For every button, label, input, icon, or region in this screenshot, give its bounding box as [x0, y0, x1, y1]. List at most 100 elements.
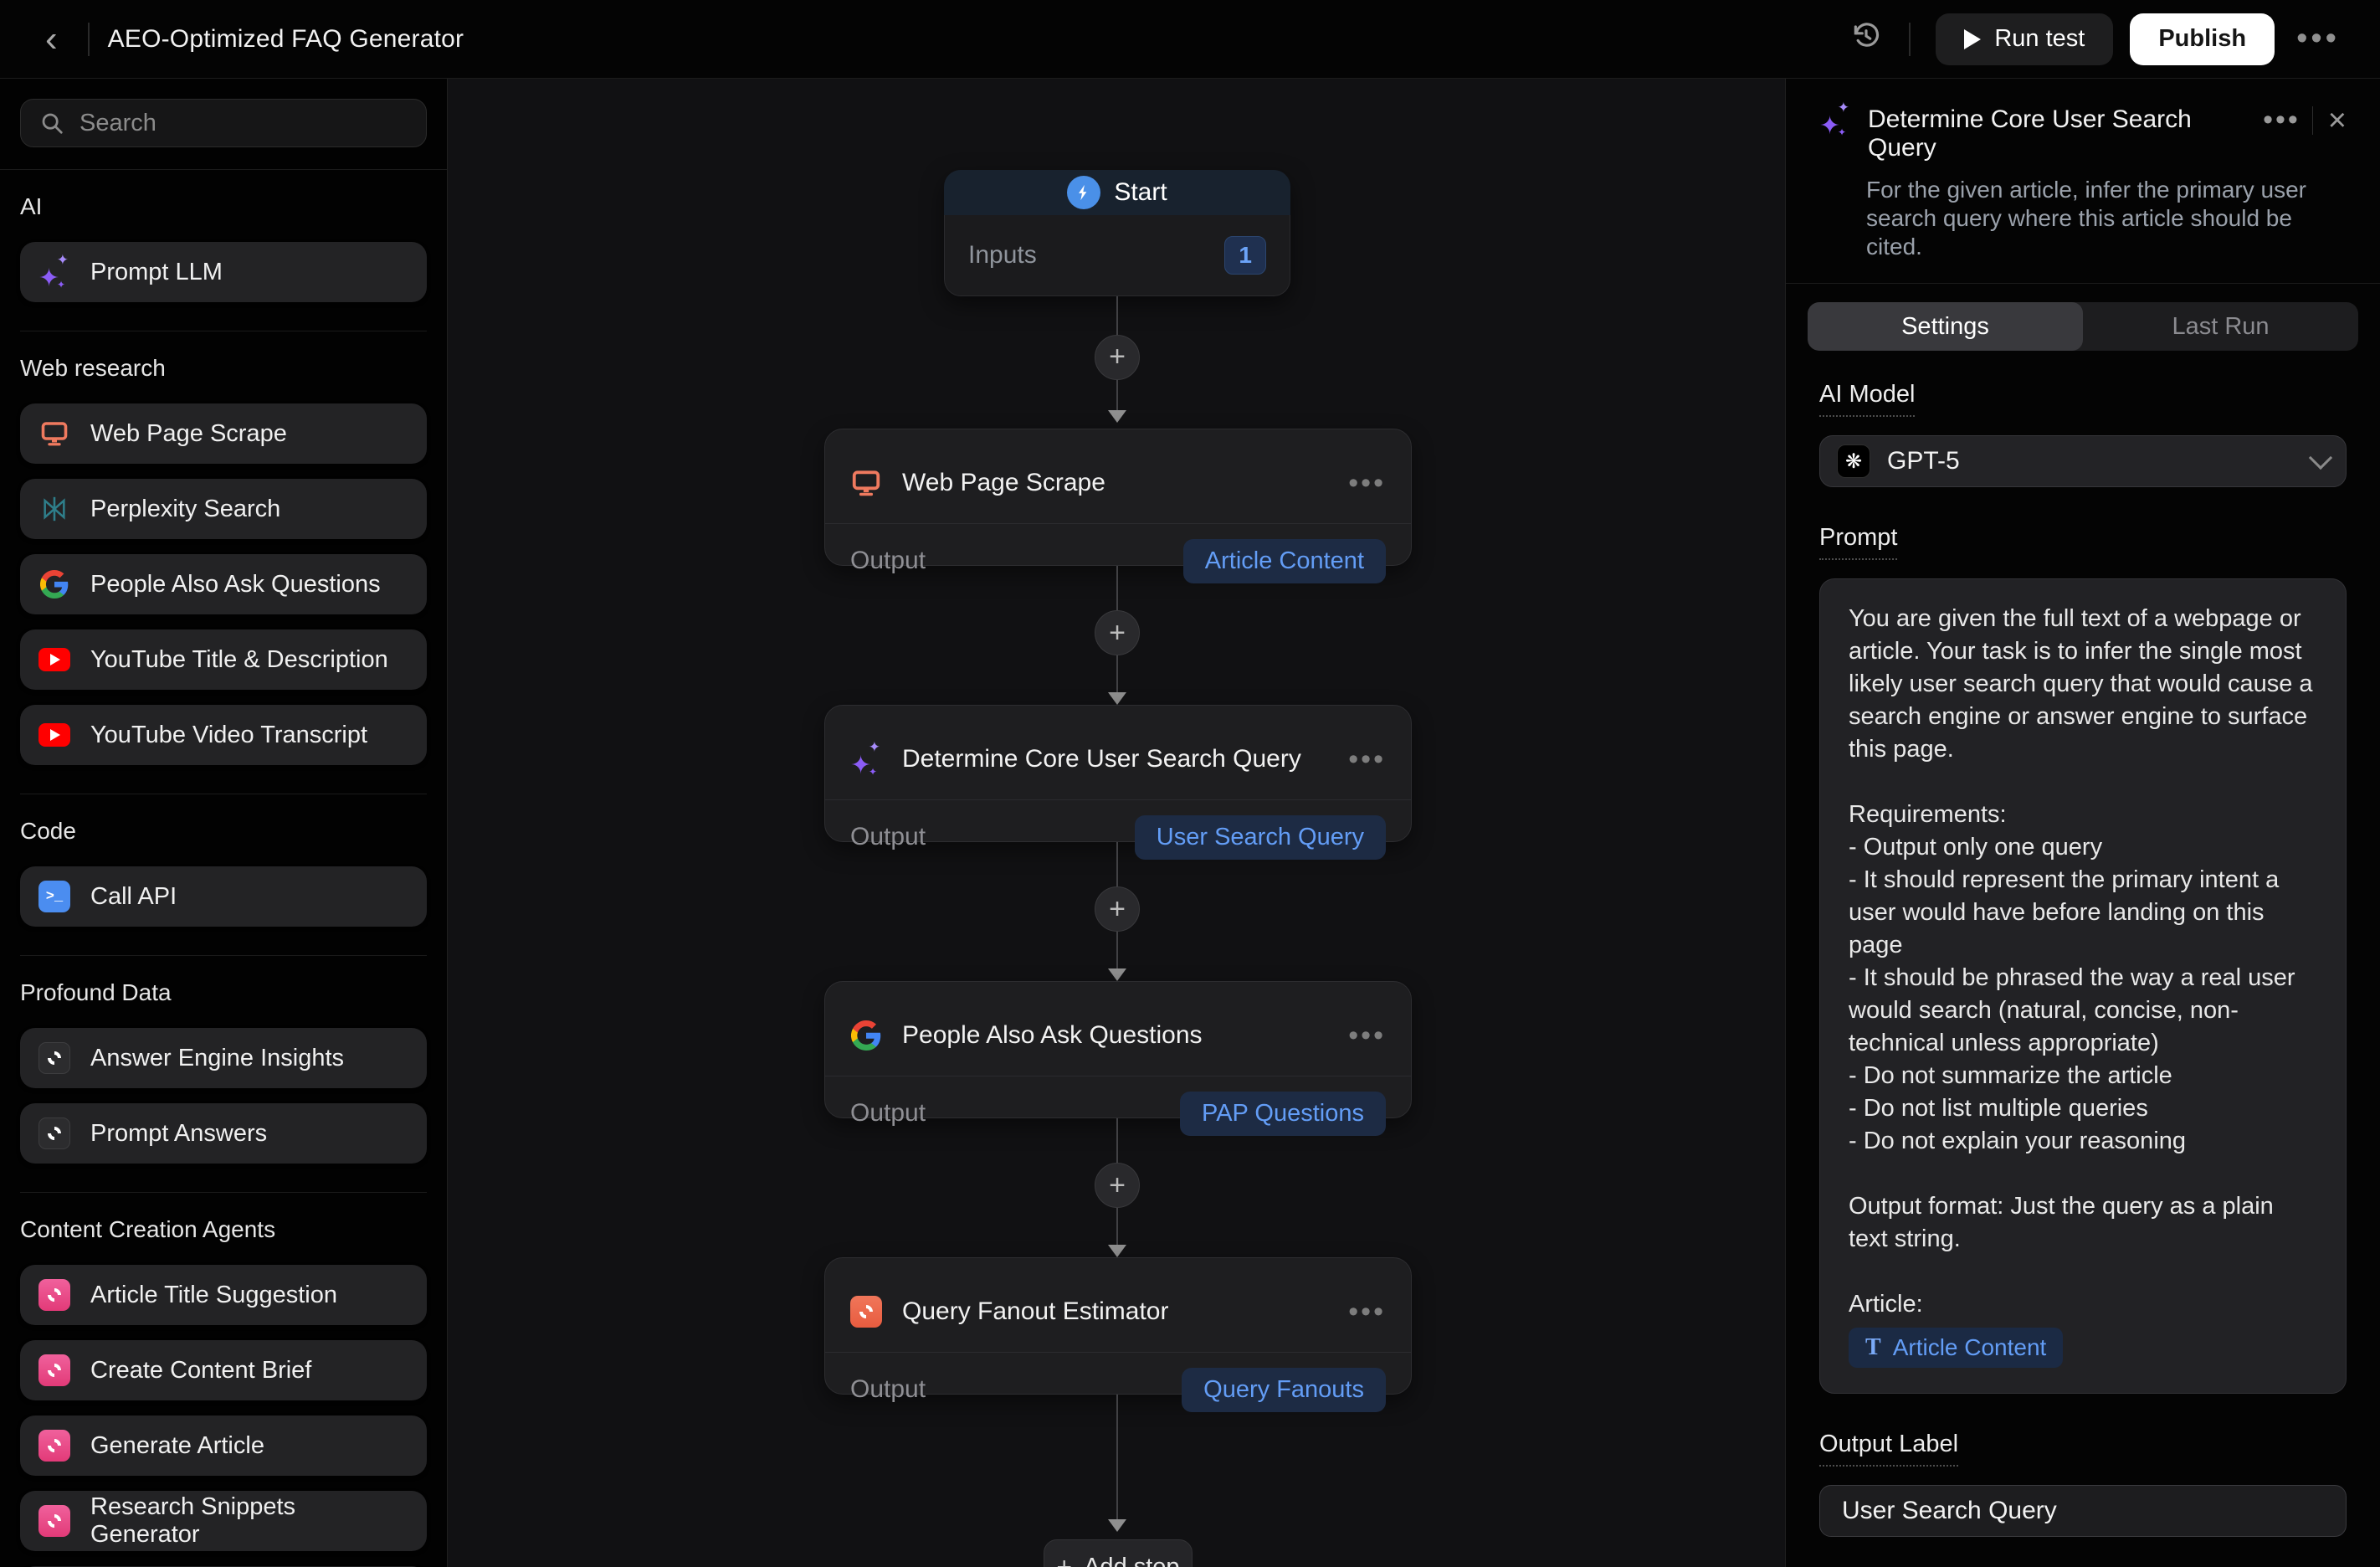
output-chip[interactable]: Query Fanouts [1182, 1368, 1386, 1412]
more-options-icon[interactable]: ••• [2290, 21, 2347, 57]
app: ‹ AEO-Optimized FAQ Generator Run test P… [0, 0, 2380, 1567]
sidebar-item-perplexity-search[interactable]: Perplexity Search [20, 479, 427, 539]
text-variable-icon: T [1865, 1334, 1881, 1361]
divider [825, 799, 1411, 800]
section-header: Web research [20, 355, 427, 382]
sidebar-item-prompt-answers[interactable]: Prompt Answers [20, 1103, 427, 1164]
sidebar-item-prompt-llm[interactable]: ✦✦✦ Prompt LLM [20, 242, 427, 302]
publish-button[interactable]: Publish [2130, 13, 2275, 65]
node-header: Query Fanout Estimator ••• [825, 1258, 1411, 1352]
start-node[interactable]: Start Inputs 1 [944, 170, 1290, 296]
output-chip[interactable]: User Search Query [1135, 815, 1386, 860]
output-label-label: Output Label [1819, 1431, 1958, 1467]
sidebar-item-youtube-video-transcript[interactable]: YouTube Video Transcript [20, 705, 427, 765]
sidebar-item-youtube-title-description[interactable]: YouTube Title & Description [20, 629, 427, 690]
panel-menu-icon[interactable]: ••• [2263, 104, 2300, 136]
start-node-header: Start [944, 170, 1290, 215]
sidebar-item-people-also-ask[interactable]: People Also Ask Questions [20, 554, 427, 614]
search-input[interactable] [80, 110, 408, 137]
divider [825, 1352, 1411, 1353]
topbar: ‹ AEO-Optimized FAQ Generator Run test P… [0, 0, 2380, 79]
sparkles-icon: ✦✦✦ [1819, 104, 1851, 136]
panel-body: AI Model ❋ GPT-5 Prompt You are given th… [1786, 351, 2380, 1537]
section-header: Profound Data [20, 979, 427, 1006]
section-header: Code [20, 818, 427, 845]
run-test-label: Run test [1994, 25, 2085, 53]
play-icon [1964, 29, 1981, 49]
output-label-input[interactable] [1819, 1485, 2347, 1537]
section-ai: AI ✦✦✦ Prompt LLM [20, 170, 427, 302]
divider [88, 23, 90, 56]
add-step-button[interactable]: + Add step [1044, 1539, 1193, 1567]
sidebar-item-research-snippets-generator[interactable]: Research Snippets Generator [20, 1491, 427, 1551]
tab-settings[interactable]: Settings [1808, 302, 2083, 351]
node-header: ✦✦✦ Determine Core User Search Query ••• [825, 706, 1411, 799]
arrow-down-icon [1108, 968, 1126, 981]
search-box[interactable] [20, 99, 427, 147]
node-menu-icon[interactable]: ••• [1348, 467, 1386, 500]
connector: + [1095, 1118, 1139, 1257]
back-icon[interactable]: ‹ [33, 21, 69, 58]
article-content-variable-chip[interactable]: T Article Content [1849, 1328, 2063, 1368]
panel-header: ✦✦✦ Determine Core User Search Query •••… [1786, 79, 2380, 284]
workflow-canvas[interactable]: Start Inputs 1 + Web Page Scrape [448, 79, 1785, 1567]
terminal-icon: >_ [38, 881, 70, 912]
tab-last-run[interactable]: Last Run [2083, 302, 2358, 351]
google-icon [850, 1020, 882, 1051]
divider [1909, 23, 1911, 56]
node-menu-icon[interactable]: ••• [1348, 1296, 1386, 1328]
sidebar: AI ✦✦✦ Prompt LLM Web research Web Page … [0, 79, 448, 1567]
connector: + [1095, 296, 1139, 423]
section-web-research: Web research Web Page Scrape [20, 331, 427, 765]
connector: + [1095, 566, 1139, 705]
sparkles-icon: ✦✦✦ [38, 256, 70, 288]
prompt-editor[interactable]: You are given the full text of a webpage… [1819, 578, 2347, 1394]
start-node-inputs-row[interactable]: Inputs 1 [944, 215, 1290, 296]
openai-icon: ❋ [1837, 444, 1870, 478]
sidebar-sections: AI ✦✦✦ Prompt LLM Web research Web Page … [0, 170, 447, 1567]
arrow-down-icon [1108, 1519, 1126, 1532]
topbar-right: Run test Publish ••• [1842, 13, 2347, 65]
add-node-icon[interactable]: + [1095, 335, 1140, 380]
node-menu-icon[interactable]: ••• [1348, 1020, 1386, 1052]
ai-model-select[interactable]: ❋ GPT-5 [1819, 435, 2347, 487]
agent-logo-icon [850, 1296, 882, 1328]
agent-logo-icon [38, 1354, 70, 1386]
connector: + [1095, 842, 1139, 981]
node-header: People Also Ask Questions ••• [825, 982, 1411, 1076]
node-web-page-scrape[interactable]: Web Page Scrape ••• Output Article Conte… [824, 429, 1412, 566]
run-test-button[interactable]: Run test [1936, 13, 2113, 65]
add-node-icon[interactable]: + [1095, 886, 1140, 932]
panel-title: Determine Core User Search Query [1868, 104, 2263, 162]
sidebar-item-call-api[interactable]: >_ Call API [20, 866, 427, 927]
section-profound-data: Profound Data Answer Engine Insights Pro… [20, 955, 427, 1164]
search-section [0, 79, 447, 170]
lightning-icon [1067, 176, 1100, 209]
close-icon[interactable]: × [2325, 105, 2350, 136]
main-layout: AI ✦✦✦ Prompt LLM Web research Web Page … [0, 79, 2380, 1567]
add-node-icon[interactable]: + [1095, 1163, 1140, 1208]
panel-description: For the given article, infer the primary… [1866, 176, 2350, 261]
sidebar-item-generate-article[interactable]: Generate Article [20, 1415, 427, 1476]
sidebar-item-web-page-scrape[interactable]: Web Page Scrape [20, 403, 427, 464]
section-header: Content Creation Agents [20, 1216, 427, 1243]
section-header: AI [20, 193, 427, 220]
sidebar-item-article-title-suggestion[interactable]: Article Title Suggestion [20, 1265, 427, 1325]
prompt-label: Prompt [1819, 524, 1897, 560]
profound-logo-icon [38, 1042, 70, 1074]
add-node-icon[interactable]: + [1095, 610, 1140, 655]
history-icon[interactable] [1842, 20, 1890, 58]
prompt-text: You are given the full text of a webpage… [1849, 603, 2317, 1321]
output-chip[interactable]: PAP Questions [1180, 1092, 1386, 1136]
sidebar-item-create-content-brief[interactable]: Create Content Brief [20, 1340, 427, 1400]
plus-icon: + [1056, 1552, 1072, 1567]
connector [1095, 1395, 1139, 1532]
sidebar-item-answer-engine-insights[interactable]: Answer Engine Insights [20, 1028, 427, 1088]
output-chip[interactable]: Article Content [1183, 539, 1386, 583]
agent-logo-icon [38, 1279, 70, 1311]
node-menu-icon[interactable]: ••• [1348, 743, 1386, 776]
node-determine-core-user-search-query[interactable]: ✦✦✦ Determine Core User Search Query •••… [824, 705, 1412, 842]
node-settings-panel: ✦✦✦ Determine Core User Search Query •••… [1785, 79, 2380, 1567]
node-query-fanout-estimator[interactable]: Query Fanout Estimator ••• Output Query … [824, 1257, 1412, 1395]
node-people-also-ask-questions[interactable]: People Also Ask Questions ••• Output PAP… [824, 981, 1412, 1118]
